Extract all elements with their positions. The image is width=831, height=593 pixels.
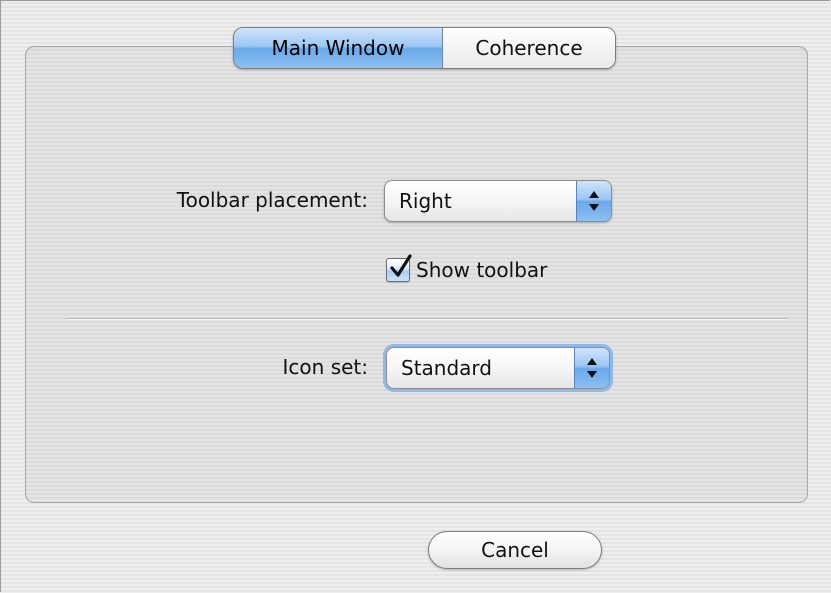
icon-set-label: Icon set: [282,355,368,379]
checkmark-icon [390,254,412,277]
toolbar-placement-popup[interactable]: Right [384,180,612,222]
toolbar-placement-value: Right [399,189,452,213]
tab-bar: Main Window Coherence [233,27,616,69]
up-down-arrows-icon [574,348,609,388]
show-toolbar-checkbox[interactable] [386,254,412,282]
tab-coherence[interactable]: Coherence [443,28,615,68]
section-divider [66,318,788,320]
up-down-arrows-icon [576,181,611,221]
show-toolbar-checkbox-row[interactable]: Show toolbar [386,254,548,282]
icon-set-popup[interactable]: Standard [386,347,610,389]
icon-set-value: Standard [401,356,492,380]
cancel-button[interactable]: Cancel [428,531,602,569]
tab-main-window[interactable]: Main Window [234,28,443,68]
show-toolbar-label: Show toolbar [416,258,548,282]
toolbar-placement-label: Toolbar placement: [176,188,368,212]
